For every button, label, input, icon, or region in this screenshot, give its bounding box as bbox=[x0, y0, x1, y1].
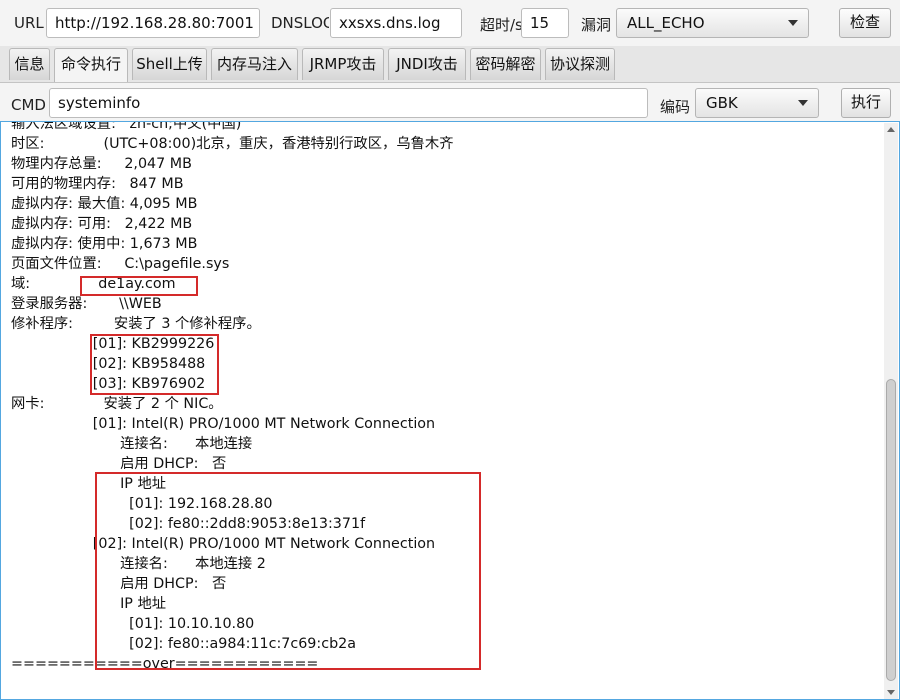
check-button[interactable]: 检查 bbox=[839, 8, 891, 38]
dnslog-label: DNSLOG bbox=[271, 14, 329, 32]
output-line: 虚拟内存: 可用: 2,422 MB bbox=[11, 216, 193, 232]
highlight-box-domain bbox=[80, 276, 198, 296]
vuln-select-value: ALL_ECHO bbox=[627, 14, 705, 32]
output-line: 时区: (UTC+08:00)北京，重庆，香港特别行政区，乌鲁木齐 bbox=[11, 136, 454, 152]
output-line: 虚拟内存: 最大值: 4,095 MB bbox=[11, 196, 198, 212]
chevron-down-icon bbox=[788, 20, 798, 26]
timeout-label: 超时/s bbox=[480, 16, 521, 34]
cmd-input[interactable]: systeminfo bbox=[49, 88, 648, 118]
output-line: [01]: Intel(R) PRO/1000 MT Network Conne… bbox=[11, 416, 436, 432]
scroll-up-icon[interactable] bbox=[887, 127, 895, 132]
vuln-select[interactable]: ALL_ECHO bbox=[616, 8, 809, 38]
cmd-label: CMD bbox=[11, 96, 46, 114]
url-label: URL bbox=[14, 14, 44, 32]
encoding-select[interactable]: GBK bbox=[695, 88, 819, 118]
tab-protocol-probe[interactable]: 协议探测 bbox=[545, 48, 615, 80]
output-line: 输入法区域设置: zh-cn;中文(中国) bbox=[11, 121, 242, 132]
output-textarea[interactable]: 输入法区域设置: zh-cn;中文(中国) 时区: (UTC+08:00)北京，… bbox=[0, 121, 900, 700]
highlight-box-hotfixes bbox=[90, 334, 219, 395]
output-line: 可用的物理内存: 847 MB bbox=[11, 176, 184, 192]
output-line: 修补程序: 安装了 3 个修补程序。 bbox=[11, 316, 261, 332]
vertical-scrollbar[interactable] bbox=[884, 123, 898, 699]
tab-jndi-attack[interactable]: JNDI攻击 bbox=[388, 48, 466, 80]
timeout-input[interactable]: 15 bbox=[521, 8, 569, 38]
execute-button[interactable]: 执行 bbox=[841, 88, 891, 118]
output-line: 启用 DHCP: 否 bbox=[11, 456, 227, 472]
tab-shell-upload[interactable]: Shell上传 bbox=[132, 48, 207, 80]
vuln-label: 漏洞 bbox=[581, 16, 612, 34]
tab-memshell-inject[interactable]: 内存马注入 bbox=[211, 48, 298, 80]
output-line: 登录服务器: \\WEB bbox=[11, 296, 162, 312]
tab-jrmp-attack[interactable]: JRMP攻击 bbox=[302, 48, 384, 80]
output-line: 虚拟内存: 使用中: 1,673 MB bbox=[11, 236, 198, 252]
dnslog-input[interactable]: xxsxs.dns.log bbox=[330, 8, 462, 38]
tab-password-decrypt[interactable]: 密码解密 bbox=[470, 48, 541, 80]
output-line: 网卡: 安装了 2 个 NIC。 bbox=[11, 396, 223, 412]
output-line: 页面文件位置: C:\pagefile.sys bbox=[11, 256, 230, 272]
url-input[interactable]: http://192.168.28.80:7001 bbox=[46, 8, 260, 38]
scroll-down-icon[interactable] bbox=[887, 690, 895, 695]
chevron-down-icon bbox=[798, 100, 808, 106]
tab-info[interactable]: 信息 bbox=[9, 48, 50, 80]
highlight-box-ip-addresses bbox=[95, 472, 481, 670]
output-line: 连接名: 本地连接 bbox=[11, 436, 253, 452]
scrollbar-thumb[interactable] bbox=[886, 379, 896, 681]
tab-command-exec[interactable]: 命令执行 bbox=[54, 48, 128, 82]
encoding-label: 编码 bbox=[660, 98, 691, 116]
encoding-select-value: GBK bbox=[706, 94, 738, 112]
output-line: 物理内存总量: 2,047 MB bbox=[11, 156, 192, 172]
